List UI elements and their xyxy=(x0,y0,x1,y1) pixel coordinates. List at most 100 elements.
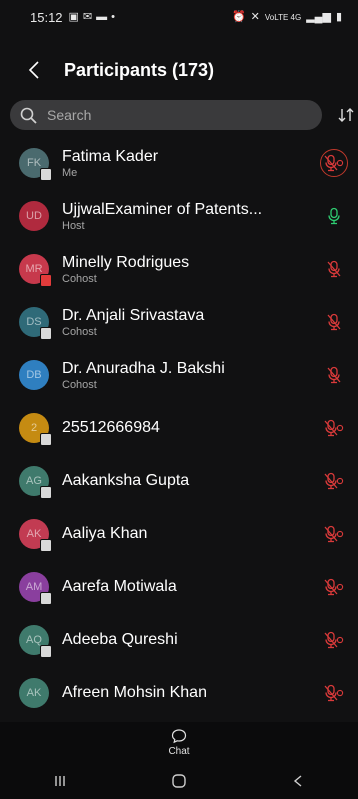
nav-back-button[interactable] xyxy=(268,766,328,796)
participant-info: UjjwalExaminer of Patents... Host xyxy=(62,200,308,233)
avatar-initials: UD xyxy=(26,210,42,222)
mic-status-button[interactable] xyxy=(320,467,348,495)
avatar: AQ xyxy=(19,625,52,658)
participant-row[interactable]: MR Minelly Rodrigues Cohost xyxy=(0,246,358,292)
dot-icon: • xyxy=(111,10,116,23)
mic-status-button[interactable] xyxy=(320,308,348,336)
mic-muted-icon xyxy=(327,366,341,384)
participant-role: Me xyxy=(62,166,78,179)
participant-info: Aarefa Motiwala xyxy=(62,577,308,597)
avatar-initials: AQ xyxy=(26,634,42,646)
avatar-initials: AM xyxy=(25,581,43,593)
search-box[interactable] xyxy=(10,100,322,130)
mic-status-button[interactable] xyxy=(320,679,348,707)
device-badge-icon xyxy=(40,327,52,340)
header: Participants (173) xyxy=(0,48,358,92)
avatar: DS xyxy=(19,307,52,340)
search-row xyxy=(0,98,358,132)
home-button[interactable] xyxy=(149,766,209,796)
participant-row[interactable]: FK Fatima Kader Me xyxy=(0,140,358,186)
recents-button[interactable] xyxy=(30,766,90,796)
network-label: VoLTE 4G xyxy=(264,12,302,22)
participant-name: Fatima Kader xyxy=(62,147,159,165)
sort-button[interactable] xyxy=(334,100,358,130)
device-badge-icon xyxy=(40,645,52,658)
participant-name: Dr. Anjali Srivastava xyxy=(62,306,205,324)
participant-row[interactable]: DB Dr. Anuradha J. Bakshi Cohost xyxy=(0,352,358,398)
participant-name: UjjwalExaminer of Patents... xyxy=(62,200,263,218)
mic-status-button[interactable] xyxy=(320,361,348,389)
participant-role: Cohost xyxy=(62,272,97,285)
participant-info: Dr. Anuradha J. Bakshi Cohost xyxy=(62,359,308,392)
participant-name: Afreen Mohsin Khan xyxy=(62,684,207,701)
mic-muted-icon xyxy=(327,260,341,278)
avatar-initials: AK xyxy=(26,528,42,540)
status-bar: 15:12 ▣ ✉ ▬ • ⏰ ✕ VoLTE 4G ▂▄▆ ▮ xyxy=(0,0,358,34)
avatar: 2 xyxy=(19,413,52,446)
back-arrow-icon xyxy=(294,774,302,787)
participant-row[interactable]: DS Dr. Anjali Srivastava Cohost xyxy=(0,299,358,345)
participant-row[interactable]: UD UjjwalExaminer of Patents... Host xyxy=(0,193,358,239)
mic-status-button[interactable] xyxy=(320,202,348,230)
video-icon: ▬ xyxy=(96,10,108,23)
notification-icons: ▣ ✉ ▬ • xyxy=(68,10,116,23)
search-input[interactable] xyxy=(45,106,279,124)
status-time: 15:12 xyxy=(30,9,63,25)
signal-icon: ▂▄▆ xyxy=(306,10,331,23)
participants-screen: 15:12 ▣ ✉ ▬ • ⏰ ✕ VoLTE 4G ▂▄▆ ▮ Partici… xyxy=(0,0,358,799)
participant-info: Adeeba Qureshi xyxy=(62,630,308,650)
participant-list[interactable]: FK Fatima Kader Me UD UjjwalExaminer of Pate… xyxy=(0,140,358,722)
mic-status-button[interactable] xyxy=(320,573,348,601)
mail-icon: ✉ xyxy=(82,10,93,23)
participant-info: Afreen Mohsin Khan xyxy=(62,683,308,703)
participant-info: Fatima Kader Me xyxy=(62,147,308,180)
avatar-initials: FK xyxy=(26,157,42,169)
mic-muted-hand-icon xyxy=(324,525,344,543)
system-nav-bar xyxy=(0,762,358,799)
participant-name: Aaliya Khan xyxy=(62,525,148,542)
participant-row[interactable]: AQ Adeeba Qureshi xyxy=(0,617,358,663)
participant-row[interactable]: AK Afreen Mohsin Khan xyxy=(0,670,358,716)
avatar: UD xyxy=(19,201,49,231)
participant-row[interactable]: AK Aaliya Khan xyxy=(0,511,358,557)
mic-active-icon xyxy=(328,207,340,225)
participant-role: Cohost xyxy=(62,325,97,338)
mic-muted-hand-icon xyxy=(324,578,344,596)
home-icon xyxy=(172,773,186,788)
chat-bubble-icon xyxy=(171,728,187,743)
avatar: AM xyxy=(19,572,52,605)
mic-status-button[interactable] xyxy=(320,520,348,548)
participant-row[interactable]: 2 25512666984 xyxy=(0,405,358,451)
device-badge-icon xyxy=(40,433,52,446)
mute-icon: ✕ xyxy=(250,10,260,23)
avatar-initials: AK xyxy=(26,687,42,699)
avatar: FK xyxy=(19,148,52,181)
video-off-badge-icon xyxy=(40,274,52,287)
image-icon: ▣ xyxy=(68,10,79,23)
mic-muted-hand-icon xyxy=(324,684,344,702)
participant-name: Aakanksha Gupta xyxy=(62,472,190,489)
participant-role: Cohost xyxy=(62,378,97,391)
chat-tab[interactable]: Chat xyxy=(0,722,358,762)
mic-muted-hand-icon xyxy=(324,154,344,172)
participant-info: Aaliya Khan xyxy=(62,524,308,544)
avatar-initials: DS xyxy=(26,316,42,328)
alarm-icon: ⏰ xyxy=(231,10,246,23)
avatar-initials: DB xyxy=(26,369,42,381)
participant-row[interactable]: AM Aarefa Motiwala xyxy=(0,564,358,610)
avatar: MR xyxy=(19,254,52,287)
chat-label: Chat xyxy=(168,745,190,757)
avatar: AK xyxy=(19,678,49,708)
participant-info: Dr. Anjali Srivastava Cohost xyxy=(62,306,308,339)
mic-status-button[interactable] xyxy=(320,149,348,177)
device-badge-icon xyxy=(40,539,52,552)
mic-status-button[interactable] xyxy=(320,255,348,283)
mic-status-button[interactable] xyxy=(320,626,348,654)
device-badge-icon xyxy=(40,168,52,181)
participant-name: Aarefa Motiwala xyxy=(62,578,177,595)
back-button[interactable] xyxy=(10,48,58,92)
mic-status-button[interactable] xyxy=(320,414,348,442)
mic-muted-hand-icon xyxy=(324,472,344,490)
participant-row[interactable]: AG Aakanksha Gupta xyxy=(0,458,358,504)
participant-info: 25512666984 xyxy=(62,418,308,438)
